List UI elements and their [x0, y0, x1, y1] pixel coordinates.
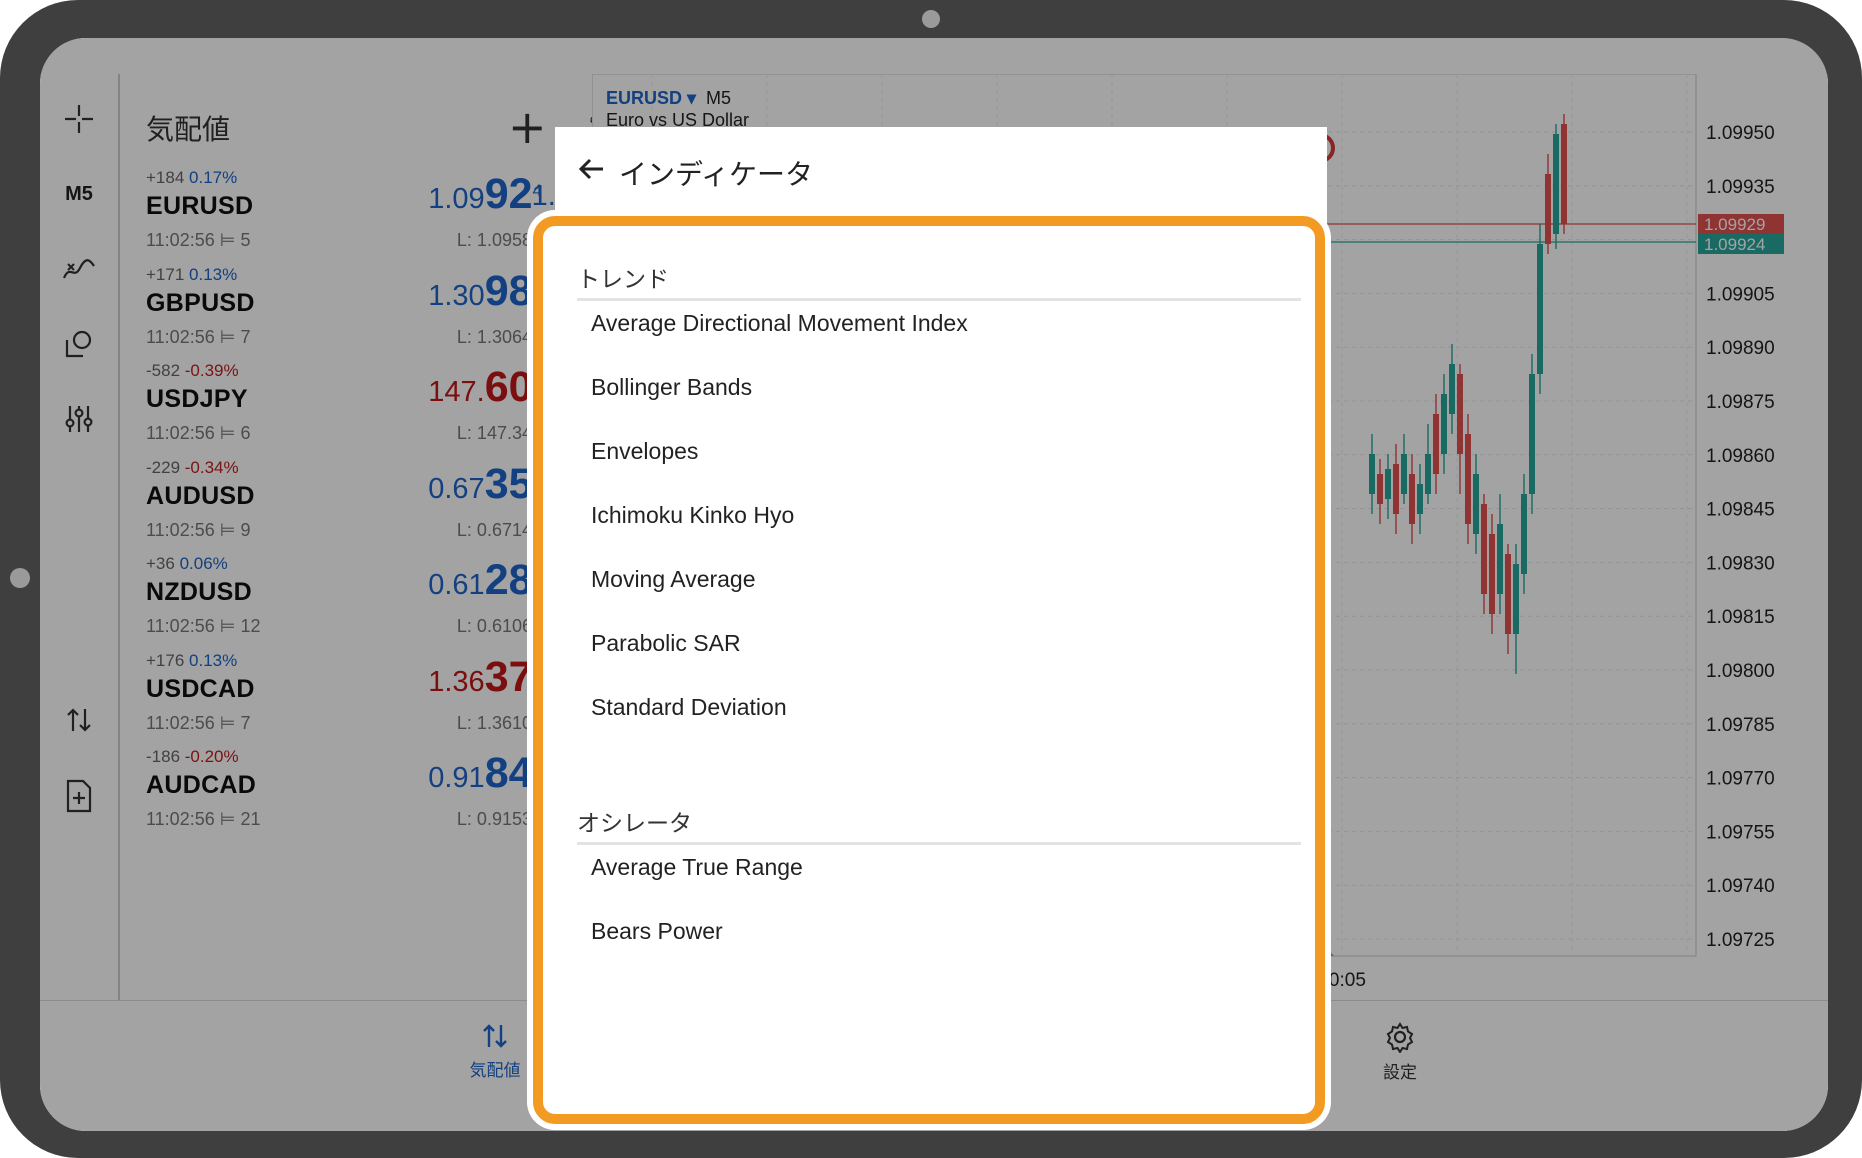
section-divider — [577, 298, 1301, 301]
home-button[interactable] — [10, 568, 30, 588]
indicator-item[interactable]: Standard Deviation — [591, 694, 787, 721]
back-arrow-icon[interactable] — [573, 149, 613, 189]
dialog-header: インディケータ — [555, 127, 1327, 219]
indicator-list-highlight: トレンド Average Directional Movement Index Bo… — [533, 216, 1325, 1124]
indicator-item[interactable]: Average Directional Movement Index — [591, 310, 968, 337]
indicator-item[interactable]: Moving Average — [591, 566, 756, 593]
section-header: トレンド — [577, 267, 669, 293]
indicator-item[interactable]: Ichimoku Kinko Hyo — [591, 502, 794, 529]
indicator-item[interactable]: Average True Range — [591, 854, 803, 881]
dialog-title: インディケータ — [619, 158, 814, 191]
section-header: オシレータ — [577, 811, 692, 837]
camera-dot — [922, 10, 940, 28]
device-frame: M5 気配値 + ✎ +184 0.17%EURUSD11:02 — [0, 0, 1862, 1158]
indicator-item[interactable]: Envelopes — [591, 438, 698, 465]
section-divider — [577, 842, 1301, 845]
indicator-item[interactable]: Parabolic SAR — [591, 630, 741, 657]
indicator-item[interactable]: Bears Power — [591, 918, 723, 945]
indicator-item[interactable]: Bollinger Bands — [591, 374, 752, 401]
screen: M5 気配値 + ✎ +184 0.17%EURUSD11:02 — [40, 38, 1828, 1131]
